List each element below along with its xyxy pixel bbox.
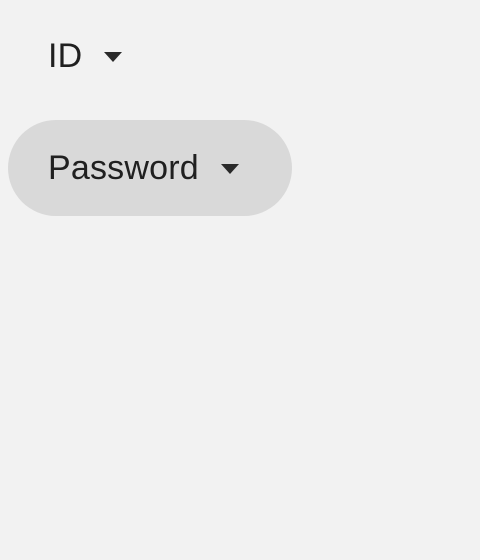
password-dropdown[interactable]: Password [8,120,292,216]
id-dropdown[interactable]: ID [48,36,123,76]
triangle-down-icon [220,164,239,174]
password-dropdown-label: Password [48,149,199,187]
id-dropdown-label: ID [48,37,83,75]
app-window: ID Password [0,0,480,560]
triangle-down-icon [104,52,123,62]
